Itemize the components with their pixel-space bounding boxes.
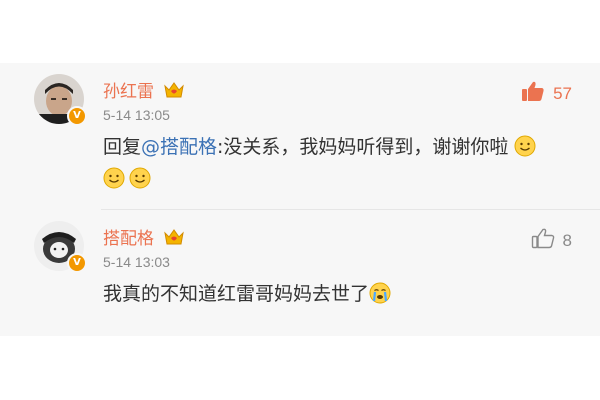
smile-emoji-icon [103, 167, 125, 189]
avatar[interactable]: V [34, 221, 87, 273]
crown-badge-icon [163, 228, 185, 251]
author-name-text: 搭配格 [103, 229, 154, 249]
comment-time: 5-14 13:05 [103, 107, 170, 123]
avatar[interactable]: V [34, 74, 87, 126]
like-count: 8 [562, 230, 572, 250]
comment-text: 回复@搭配格:没关系，我妈妈听得到，谢谢你啦 [103, 131, 563, 195]
reply-prefix: 回复 [103, 136, 142, 158]
author-name-text: 孙红雷 [103, 82, 154, 102]
comment-text: 我真的不知道红雷哥妈妈去世了 [103, 278, 563, 310]
author-name[interactable]: 搭配格 [103, 224, 185, 251]
crying-emoji-icon [369, 282, 391, 304]
author-name[interactable]: 孙红雷 [103, 77, 185, 104]
mention-link[interactable]: @搭配格 [141, 136, 217, 158]
comment-list: V 孙红雷 5-14 13:05 回复@搭配格:没关系，我妈妈听得到，谢谢你啦 [0, 63, 600, 336]
like-button[interactable]: 8 [531, 227, 572, 254]
comment-time: 5-14 13:03 [103, 254, 170, 270]
smile-emoji-icon [514, 135, 536, 157]
thumbs-up-icon [531, 227, 555, 254]
comment-body: :没关系，我妈妈听得到，谢谢你啦 [217, 136, 509, 158]
like-button[interactable]: 57 [521, 80, 572, 107]
comment-item: V 搭配格 5-14 13:03 我真的不知道红雷哥妈妈去世了 8 [0, 210, 600, 336]
comment-body: 我真的不知道红雷哥妈妈去世了 [103, 283, 370, 305]
verified-badge-icon: V [67, 106, 87, 126]
like-count: 57 [553, 83, 572, 103]
smile-emoji-icon [129, 167, 151, 189]
comment-item: V 孙红雷 5-14 13:05 回复@搭配格:没关系，我妈妈听得到，谢谢你啦 [0, 63, 600, 209]
verified-badge-icon: V [67, 253, 87, 273]
thumbs-up-icon [521, 80, 545, 107]
crown-badge-icon [163, 81, 185, 104]
